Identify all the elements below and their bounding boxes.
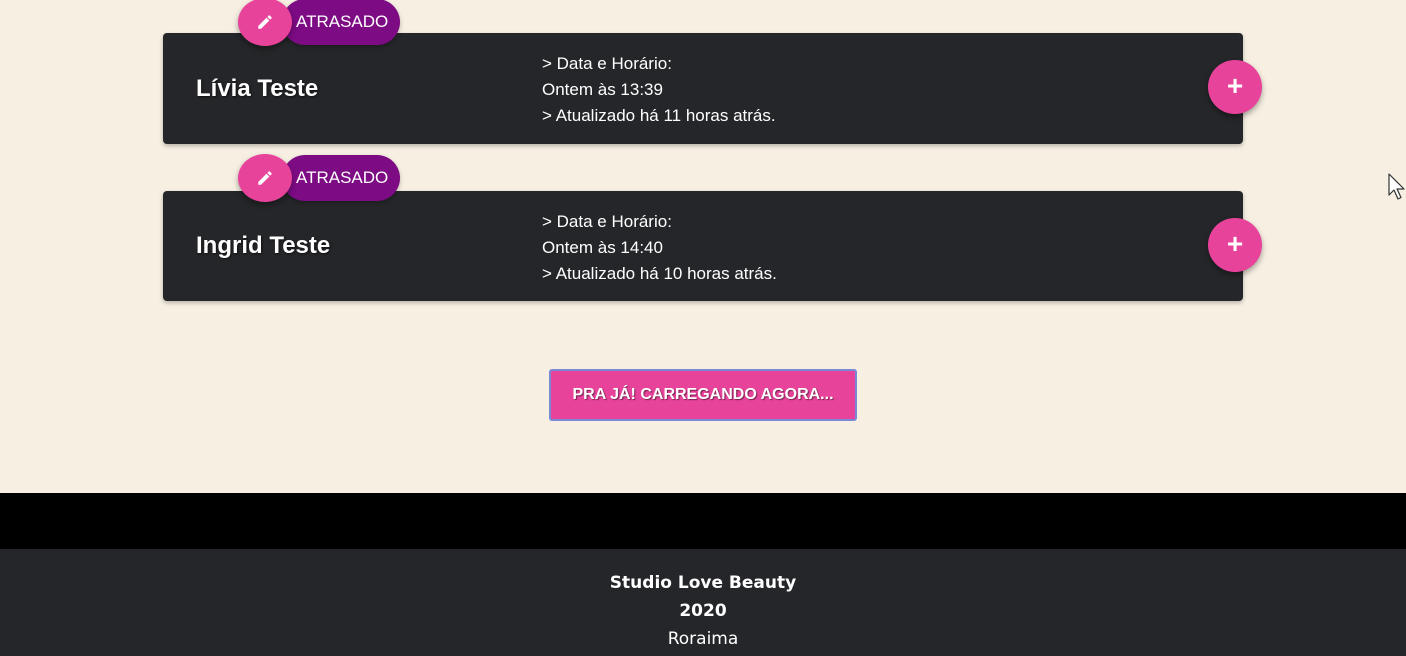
appointment-card: Lívia Teste > Data e Horário: Ontem às 1… xyxy=(163,33,1262,144)
pencil-icon xyxy=(258,171,272,185)
edit-button[interactable] xyxy=(238,0,292,46)
footer: Studio Love Beauty 2020 Roraima xyxy=(0,549,1406,656)
updated-text: > Atualizado há 10 horas atrás. xyxy=(542,264,777,283)
datetime-value: Ontem às 14:40 xyxy=(542,238,663,257)
datetime-value: Ontem às 13:39 xyxy=(542,80,663,99)
datetime-label: > Data e Horário: xyxy=(542,212,672,231)
footer-year: 2020 xyxy=(679,601,727,621)
footer-brand: Studio Love Beauty xyxy=(609,573,797,593)
add-button[interactable]: + xyxy=(1208,218,1262,272)
appointment-card: Ingrid Teste > Data e Horário: Ontem às … xyxy=(163,191,1262,301)
appointment-info: > Data e Horário: Ontem às 13:39 > Atual… xyxy=(542,51,776,129)
updated-text: > Atualizado há 11 horas atrás. xyxy=(542,106,776,125)
footer-band xyxy=(0,493,1406,549)
edit-button[interactable] xyxy=(238,154,292,202)
client-name: Lívia Teste xyxy=(196,74,319,102)
mouse-pointer-icon xyxy=(1388,173,1405,200)
footer-location: Roraima xyxy=(667,629,739,649)
add-button[interactable]: + xyxy=(1208,60,1262,114)
appointment-info: > Data e Horário: Ontem às 14:40 > Atual… xyxy=(542,209,777,287)
client-name: Ingrid Teste xyxy=(196,232,331,259)
datetime-label: > Data e Horário: xyxy=(542,54,672,73)
load-more-button[interactable]: PRA JÁ! CARREGANDO AGORA... xyxy=(549,369,857,421)
pencil-icon xyxy=(258,15,272,29)
page: Lívia Teste > Data e Horário: Ontem às 1… xyxy=(0,0,1406,656)
status-badge: ATRASADO xyxy=(282,155,401,201)
status-badge: ATRASADO xyxy=(282,0,401,45)
